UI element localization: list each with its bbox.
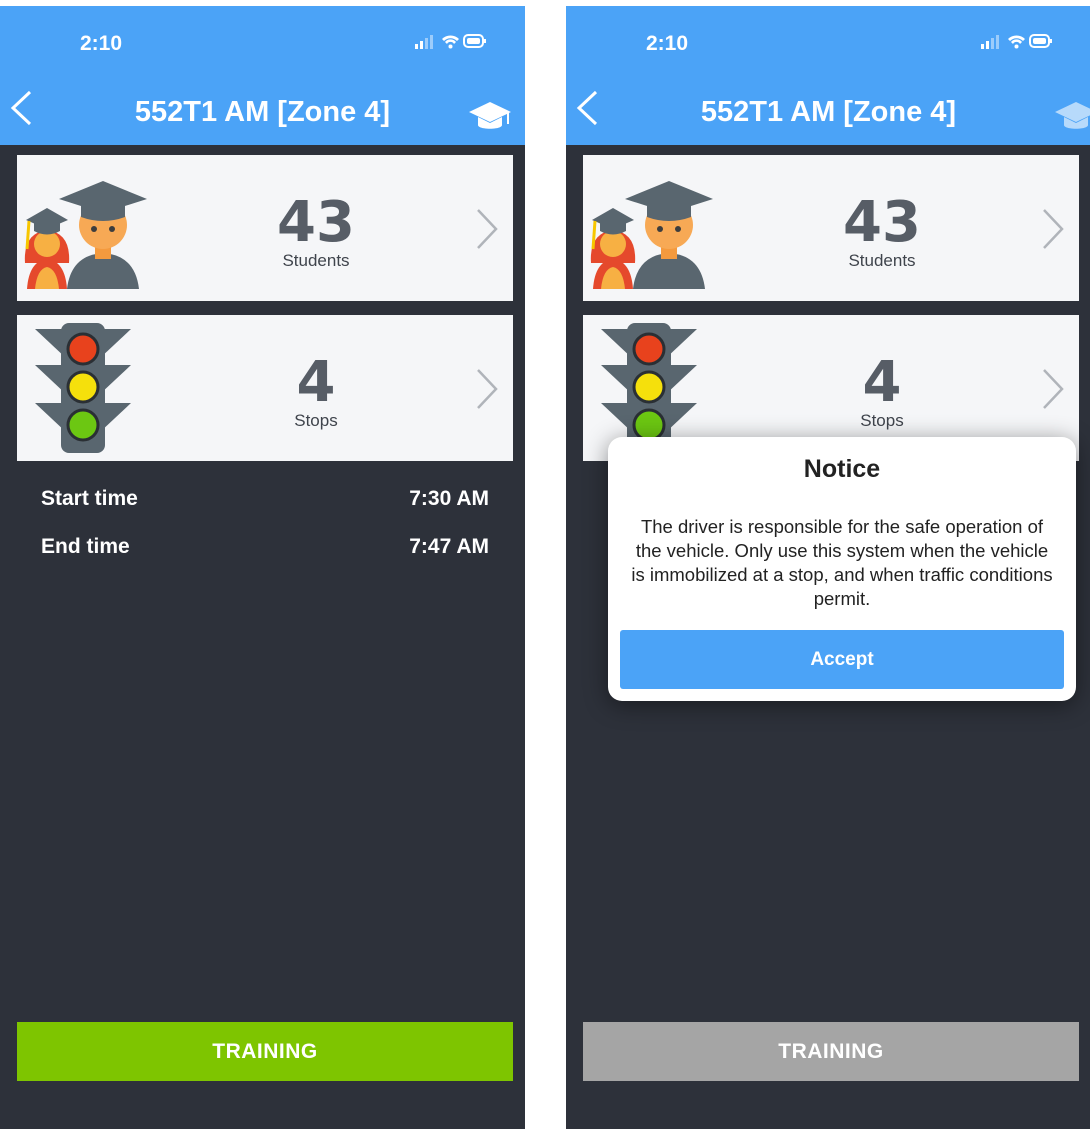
students-icon (23, 161, 153, 294)
chevron-right-icon (475, 367, 499, 416)
status-icons (981, 30, 1053, 57)
status-time: 2:10 (80, 32, 123, 55)
training-mode-button[interactable] (467, 98, 513, 143)
phone-screen-route-notice: 2:10 552T1 AM [Zone 4] 43 Students 4 Sto… (566, 6, 1090, 1129)
signal-wifi-battery-icon (981, 34, 1052, 49)
status-icons (415, 30, 487, 57)
end-time-label: End time (41, 535, 130, 558)
end-time-value: 7:47 AM (409, 535, 489, 558)
students-count: 43 (843, 190, 921, 255)
chevron-right-icon (1041, 207, 1065, 256)
students-count: 43 (277, 190, 355, 255)
stops-label: Stops (860, 411, 904, 430)
chevron-right-icon (475, 207, 499, 256)
status-time: 2:10 (646, 32, 689, 55)
training-mode-button[interactable] (1053, 98, 1090, 143)
dialog-title: Notice (803, 455, 881, 483)
dialog-message: The driver is responsible for the safe o… (631, 516, 1053, 609)
stops-label: Stops (294, 411, 338, 430)
page-title: 552T1 AM [Zone 4] (700, 96, 957, 128)
start-time-label: Start time (41, 487, 138, 510)
stops-count: 4 (296, 350, 336, 415)
chevron-right-icon (1041, 367, 1065, 416)
phone-screen-route: 2:10 552T1 AM [Zone 4] 43 Students 4 Sto… (0, 6, 525, 1129)
students-icon (589, 161, 719, 294)
graduation-cap-icon (469, 102, 511, 129)
training-button[interactable]: TRAINING (17, 1022, 513, 1081)
students-card[interactable]: 43 Students (583, 155, 1079, 301)
stops-card[interactable]: 4 Stops (17, 315, 513, 461)
traffic-light-icon (23, 321, 143, 460)
header-bar: 2:10 552T1 AM [Zone 4] (0, 6, 525, 145)
notice-dialog: Notice The driver is responsible for the… (608, 437, 1076, 701)
students-label: Students (282, 251, 350, 270)
header-bar: 2:10 552T1 AM [Zone 4] (566, 6, 1090, 145)
graduation-cap-icon (1055, 102, 1090, 129)
training-button-disabled: TRAINING (583, 1022, 1079, 1081)
students-label: Students (848, 251, 916, 270)
signal-wifi-battery-icon (415, 34, 486, 49)
accept-button[interactable]: Accept (620, 630, 1064, 689)
start-time-value: 7:30 AM (409, 487, 489, 510)
students-card[interactable]: 43 Students (17, 155, 513, 301)
stops-count: 4 (862, 350, 902, 415)
page-title: 552T1 AM [Zone 4] (134, 96, 391, 128)
